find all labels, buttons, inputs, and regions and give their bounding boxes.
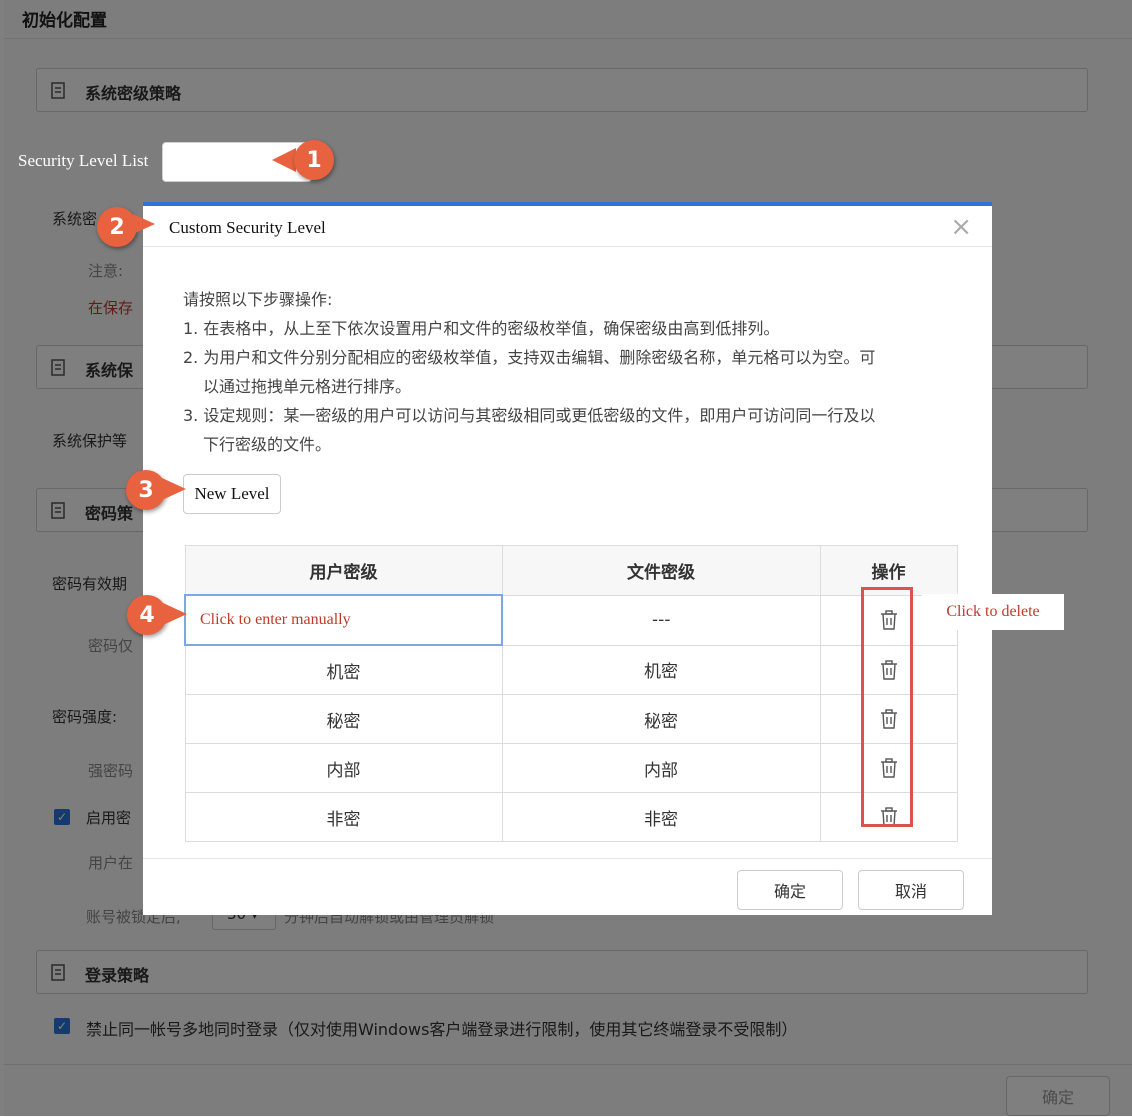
instruction-line: 请按照以下步骤操作: <box>183 290 333 309</box>
file-level-cell[interactable]: 机密 <box>501 644 821 695</box>
table-row: 非密 非密 <box>184 792 958 842</box>
user-level-cell[interactable]: 内部 <box>184 743 503 793</box>
user-level-cell[interactable]: 非密 <box>184 792 503 842</box>
step-badge-1: 1 <box>294 140 334 180</box>
dialog-title: Custom Security Level <box>169 218 326 237</box>
badge-pointer <box>272 148 296 172</box>
file-level-cell[interactable]: 秘密 <box>501 694 821 744</box>
file-level-cell[interactable]: 内部 <box>501 743 821 793</box>
step-badge-2: 2 <box>97 207 137 247</box>
user-level-cell[interactable]: 机密 <box>184 644 503 695</box>
delete-annotation: Click to delete <box>922 594 1064 630</box>
instruction-line: 2. 为用户和文件分别分配相应的密级枚举值，支持双击编辑、删除密级名称，单元格可… <box>183 348 876 367</box>
instruction-line: 3. 设定规则：某一密级的用户可以访问与其密级相同或更低密级的文件，即用户可访问… <box>183 406 876 425</box>
step-badge-3: 3 <box>126 470 166 510</box>
table-row: 秘密 秘密 <box>184 694 958 744</box>
badge-pointer <box>163 603 187 625</box>
divider <box>143 246 992 247</box>
instruction-line: 1. 在表格中，从上至下依次设置用户和文件的密级枚举值，确保密级由高到低排列。 <box>183 319 780 338</box>
file-level-cell[interactable]: --- <box>501 594 821 646</box>
column-header-file-level: 文件密级 <box>501 545 821 596</box>
badge-pointer <box>162 478 186 500</box>
close-icon[interactable]: × <box>950 212 972 242</box>
step-badge-4: 4 <box>127 595 167 635</box>
instruction-line: 以通过拖拽单元格进行排序。 <box>203 377 412 396</box>
table-header-row: 用户密级 文件密级 操作 <box>184 545 958 596</box>
security-level-table: 用户密级 文件密级 操作 Click to enter manually ---… <box>184 545 958 842</box>
user-level-cell[interactable]: 秘密 <box>184 694 503 744</box>
cancel-button[interactable]: 取消 <box>858 870 964 910</box>
table-row: 内部 内部 <box>184 743 958 793</box>
file-level-cell[interactable]: 非密 <box>501 792 821 842</box>
security-level-list-label: Security Level List <box>18 151 149 170</box>
table-row: 机密 机密 <box>184 644 958 695</box>
ok-button[interactable]: 确定 <box>737 870 843 910</box>
badge-pointer <box>133 214 155 234</box>
column-header-user-level: 用户密级 <box>184 545 503 596</box>
instruction-line: 下行密级的文件。 <box>203 435 332 454</box>
user-level-input-cell[interactable]: Click to enter manually <box>184 594 503 646</box>
divider <box>143 858 992 859</box>
new-level-button[interactable]: New Level <box>183 474 281 514</box>
table-row: Click to enter manually --- <box>184 594 958 646</box>
delete-highlight-box <box>861 587 913 827</box>
